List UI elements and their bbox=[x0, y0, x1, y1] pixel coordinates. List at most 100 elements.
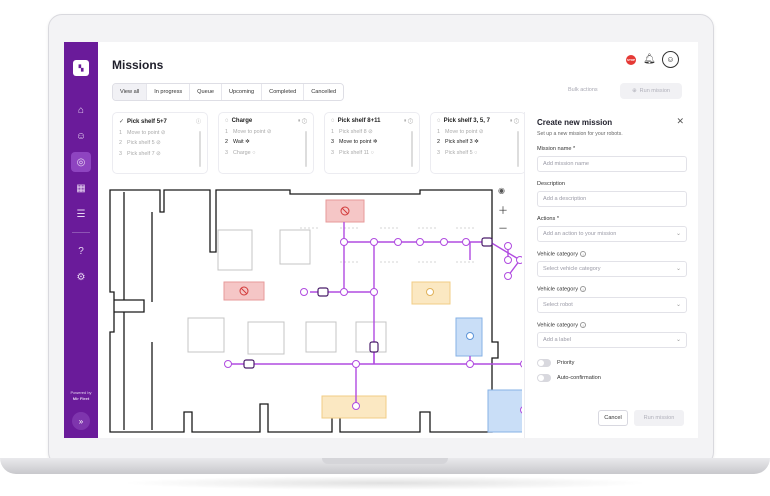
step-label: Pick shelf 5 bbox=[445, 149, 473, 156]
powered-by-line2: Mir Fleet bbox=[72, 396, 90, 401]
chevron-down-icon: ⌄ bbox=[675, 266, 681, 273]
floor-map[interactable] bbox=[100, 182, 522, 438]
step-label: Move to point bbox=[233, 128, 266, 135]
robot-select[interactable]: Select robot ⌄ bbox=[537, 296, 687, 313]
missions-icon[interactable]: ◎ bbox=[71, 152, 91, 172]
step-label: Pick shelf 3 bbox=[445, 139, 473, 145]
step-label: Wait bbox=[233, 139, 244, 145]
map-icon[interactable]: ▦ bbox=[71, 178, 91, 198]
settings-icon[interactable]: ⚙ bbox=[71, 267, 91, 287]
map-routes bbox=[228, 222, 522, 406]
expand-sidebar-button[interactable]: » bbox=[72, 412, 90, 430]
step-label: Pick shelf 7 bbox=[127, 150, 155, 157]
step-number: 3 bbox=[437, 149, 440, 156]
mission-name-placeholder: Add mission name bbox=[543, 161, 590, 167]
pause-icon[interactable]: ⏸ ⓘ bbox=[404, 118, 413, 124]
bulk-actions-button[interactable]: Bulk actions bbox=[568, 87, 598, 93]
pending-circle-icon: ○ bbox=[370, 149, 374, 156]
mission-name-label: Mission name * bbox=[537, 146, 576, 152]
help-icon[interactable]: ? bbox=[71, 241, 91, 261]
play-icon: ⊕ bbox=[632, 88, 637, 94]
tab-upcoming[interactable]: Upcoming bbox=[221, 84, 263, 100]
progress-bar bbox=[305, 131, 307, 167]
auto-confirmation-label: Auto-confirmation bbox=[557, 375, 601, 382]
step-label: Pick shelf 5 bbox=[127, 140, 155, 146]
step-label: Move to point bbox=[127, 129, 160, 136]
step-number: 1 bbox=[119, 129, 122, 136]
spinner-icon: ✲ bbox=[372, 139, 378, 145]
laptop-shadow bbox=[120, 476, 650, 490]
tab-cancelled[interactable]: Cancelled bbox=[304, 84, 344, 100]
sidebar: ▚ ⌂ ☺ ◎ ▦ ☰ ? ⚙ Powered by Mir Fleet » bbox=[64, 42, 98, 438]
pause-icon[interactable]: ⏸ ⓘ bbox=[510, 118, 519, 124]
mission-card-title: Pick shelf 5+7 bbox=[127, 118, 167, 125]
close-icon[interactable]: ✕ bbox=[676, 116, 684, 127]
map-zones bbox=[223, 199, 522, 433]
priority-toggle[interactable] bbox=[537, 359, 551, 368]
vehicle-category-select[interactable]: Select vehicle category ⌄ bbox=[537, 261, 687, 278]
map-shelves bbox=[300, 227, 476, 263]
bell-icon[interactable]: 🔔︎ bbox=[643, 54, 656, 65]
mission-card[interactable]: ✓ Pick shelf 5+7 ⓘ 1 Move to point ⊘ 2 Pic… bbox=[112, 112, 208, 174]
tab-in-progress[interactable]: In progress bbox=[147, 84, 191, 100]
step-number: 2 bbox=[225, 139, 228, 145]
mission-card[interactable]: ◌ Pick shelf 3, 5, 7 ⏸ ⓘ 1 Move to point … bbox=[430, 112, 526, 174]
chevron-down-icon: ⌄ bbox=[675, 337, 681, 344]
check-circle-icon: ⊘ bbox=[368, 128, 373, 135]
zoom-out-button[interactable]: － bbox=[498, 220, 508, 235]
step-label: Move to point bbox=[339, 139, 372, 145]
step-number: 1 bbox=[225, 128, 228, 135]
tab-completed[interactable]: Completed bbox=[262, 84, 305, 100]
avatar[interactable]: ☺ bbox=[662, 51, 679, 68]
label-placeholder: Add a label bbox=[543, 337, 571, 344]
pause-icon[interactable]: ⏸ ⓘ bbox=[298, 118, 307, 124]
list-icon[interactable]: ☰ bbox=[71, 204, 91, 224]
eye-icon[interactable]: ◉ bbox=[498, 186, 505, 195]
description-placeholder: Add a description bbox=[543, 196, 587, 202]
vehicle-category-label-text: Vehicle category bbox=[537, 286, 579, 293]
info-icon[interactable]: i bbox=[580, 251, 587, 257]
tab-queue[interactable]: Queue bbox=[190, 84, 222, 100]
emergency-stop-button[interactable]: STOP bbox=[626, 55, 636, 65]
spinner-icon: ✲ bbox=[245, 139, 250, 145]
actions-placeholder: Add an action to your mission bbox=[543, 231, 617, 237]
actions-label: Actions * bbox=[537, 216, 560, 222]
description-label: Description bbox=[537, 181, 565, 187]
run-mission-top-button[interactable]: ⊕ Run mission bbox=[620, 83, 682, 99]
chevron-down-icon: ⌄ bbox=[675, 231, 681, 237]
info-icon[interactable]: i bbox=[580, 286, 587, 293]
vehicle-category-label-text: Vehicle category bbox=[537, 251, 579, 258]
step-label: Pick shelf 8 bbox=[339, 128, 367, 135]
mission-card[interactable]: ◌ Pick shelf 8+11 ⏸ ⓘ 1 Pick shelf 8 ⊘ 3M… bbox=[324, 112, 420, 174]
check-circle-icon: ⊘ bbox=[156, 150, 161, 157]
panel-subtitle: Set up a new mission for your robots. bbox=[537, 131, 623, 137]
map-walls bbox=[109, 189, 499, 433]
chevron-down-icon: ⌄ bbox=[675, 301, 681, 308]
check-circle-icon: ⊘ bbox=[478, 128, 484, 135]
mission-card[interactable]: ◌ Charge ⏸ ⓘ 1 Move to point ⊘ 2 Wait ✲ 3C… bbox=[218, 112, 314, 174]
info-icon[interactable]: i bbox=[580, 321, 587, 328]
tab-view-all[interactable]: View all bbox=[113, 84, 148, 100]
info-icon[interactable]: ⓘ bbox=[196, 118, 201, 125]
robot-icon[interactable]: ☺ bbox=[71, 126, 91, 146]
page-title: Missions bbox=[112, 58, 164, 72]
home-icon[interactable]: ⌂ bbox=[71, 100, 91, 120]
step-number: 1 bbox=[331, 128, 334, 135]
pending-circle-icon: ○ bbox=[474, 149, 478, 156]
label-select[interactable]: Add a label ⌄ bbox=[537, 332, 687, 349]
description-input[interactable]: Add a description bbox=[537, 191, 687, 207]
auto-confirmation-toggle[interactable] bbox=[537, 374, 551, 383]
app-logo[interactable]: ▚ bbox=[73, 60, 89, 76]
vehicle-category-label-3: Vehicle category i bbox=[537, 321, 686, 328]
run-mission-button[interactable]: Run mission bbox=[634, 410, 684, 426]
step-number: 1 bbox=[437, 128, 440, 135]
spinner-icon: ◌ bbox=[437, 118, 441, 124]
zoom-in-button[interactable]: ＋ bbox=[498, 202, 508, 217]
mission-card-title: Charge bbox=[231, 118, 253, 124]
actions-select[interactable]: Add an action to your mission ⌄ bbox=[537, 226, 687, 242]
progress-bar bbox=[411, 131, 413, 167]
mission-name-input[interactable]: Add mission name bbox=[537, 156, 687, 172]
check-icon: ✓ bbox=[119, 119, 125, 125]
cancel-button[interactable]: Cancel bbox=[598, 410, 628, 426]
check-circle-icon: ⊘ bbox=[266, 128, 272, 135]
